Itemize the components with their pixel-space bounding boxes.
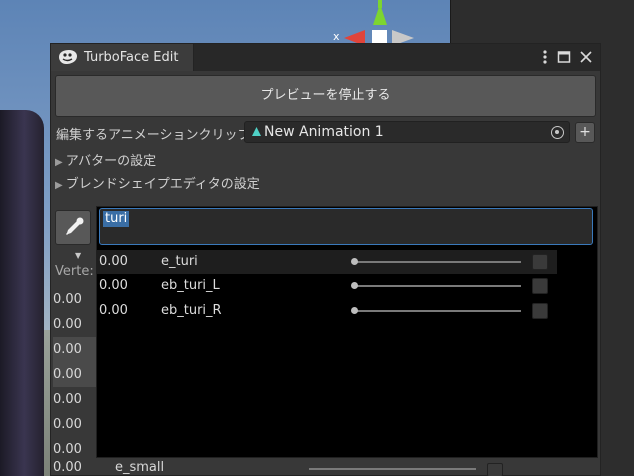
- animation-clip-field[interactable]: New Animation 1: [244, 121, 570, 143]
- search-input[interactable]: turi: [99, 208, 593, 245]
- result-value: 0.00: [99, 303, 128, 318]
- window-title: TurboFace Edit: [84, 50, 179, 65]
- gizmo-x-label: x: [333, 30, 340, 43]
- clip-label: 編集するアニメーションクリップ: [56, 128, 251, 143]
- result-checkbox[interactable]: [532, 278, 548, 294]
- close-icon[interactable]: [579, 49, 593, 65]
- background-value: 0.00: [53, 392, 82, 407]
- search-result-row[interactable]: 0.00 e_turi: [97, 250, 557, 274]
- result-name: e_turi: [161, 254, 198, 269]
- stop-preview-button[interactable]: プレビューを停止する: [55, 75, 596, 117]
- turboface-logo-icon: [57, 49, 79, 69]
- slider-knob[interactable]: [351, 282, 358, 289]
- turboface-edit-window: TurboFace Edit プレビューを停止する 編集するアニメーションクリッ…: [50, 43, 601, 476]
- background-value: 0.00: [53, 317, 82, 332]
- result-value: 0.00: [99, 254, 128, 269]
- sort-arrow-icon[interactable]: ▼: [75, 251, 81, 260]
- animation-clip-value: New Animation 1: [264, 124, 384, 140]
- background-value: 0.00: [53, 337, 97, 362]
- result-value: 0.00: [99, 278, 128, 293]
- result-checkbox[interactable]: [532, 254, 548, 270]
- foldout-label: ブレンドシェイプエディタの設定: [65, 177, 260, 192]
- vertex-label: Verte:: [55, 264, 94, 279]
- result-name: eb_turi_R: [161, 303, 222, 318]
- slider-knob[interactable]: [351, 258, 358, 265]
- blendshape-value: 0.00: [53, 460, 82, 475]
- blendshape-name: e_small: [115, 460, 165, 475]
- blendshape-row[interactable]: 0.00 e_small: [51, 458, 600, 476]
- foldout-label: アバターの設定: [65, 154, 157, 169]
- background-value: 0.00: [53, 417, 82, 432]
- more-vertical-icon[interactable]: [538, 49, 552, 65]
- result-slider[interactable]: [351, 307, 521, 314]
- pipette-button[interactable]: [55, 210, 91, 245]
- result-slider[interactable]: [351, 282, 521, 289]
- window-tab[interactable]: TurboFace Edit: [51, 44, 194, 71]
- slider-knob[interactable]: [351, 307, 358, 314]
- result-checkbox[interactable]: [532, 303, 548, 319]
- object-picker-icon[interactable]: [551, 126, 564, 139]
- search-result-row[interactable]: 0.00 eb_turi_L: [97, 274, 557, 298]
- blendshape-checkbox[interactable]: [487, 463, 503, 476]
- animation-clip-icon: [251, 126, 262, 142]
- foldout-arrow-icon: ▶: [55, 180, 63, 191]
- result-slider[interactable]: [351, 258, 521, 265]
- maximize-icon[interactable]: [557, 49, 571, 65]
- blendshape-slider[interactable]: [309, 468, 476, 470]
- pipette-icon: [66, 217, 84, 235]
- foldout-arrow-icon: ▶: [55, 157, 63, 168]
- search-result-row[interactable]: 0.00 eb_turi_R: [97, 299, 557, 323]
- search-input-value: turi: [103, 211, 130, 227]
- window-titlebar: TurboFace Edit: [51, 44, 600, 71]
- background-value: 0.00: [53, 292, 82, 307]
- scene-character: [0, 110, 44, 476]
- result-name: eb_turi_L: [161, 278, 220, 293]
- foldout-avatar-settings[interactable]: ▶ アバターの設定: [55, 150, 156, 169]
- foldout-blendshape-editor-settings[interactable]: ▶ ブレンドシェイプエディタの設定: [55, 173, 260, 192]
- background-value: 0.00: [53, 362, 97, 387]
- add-clip-button[interactable]: +: [575, 122, 595, 143]
